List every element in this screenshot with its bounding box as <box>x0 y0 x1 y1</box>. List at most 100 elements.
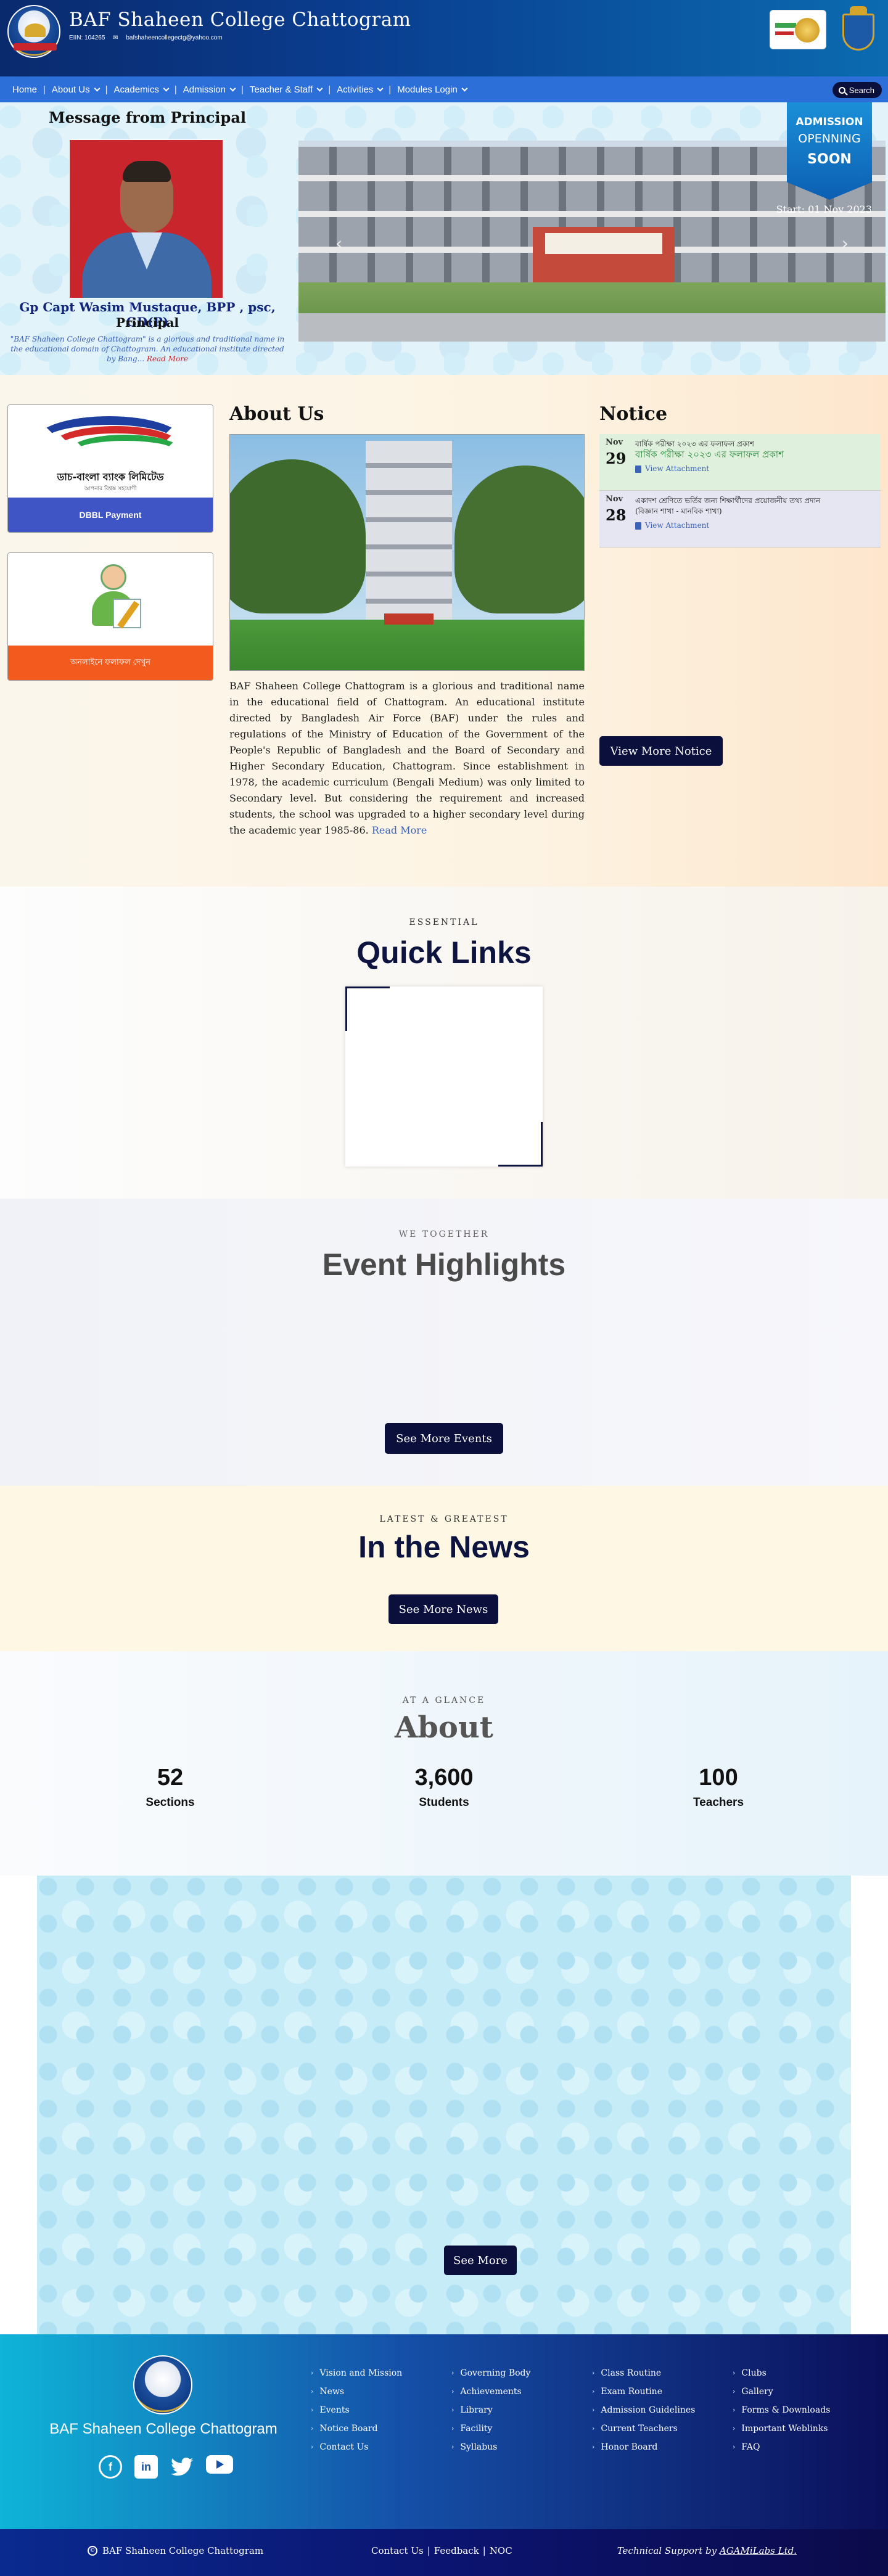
see-more-news-button[interactable]: See More News <box>388 1594 498 1624</box>
notice-subtitle[interactable]: (বিজ্ঞান শাখা - মানবিক শাখা) <box>635 506 876 517</box>
footer-link-label: Library <box>460 2405 493 2415</box>
view-attachment-link[interactable]: View Attachment <box>635 520 876 531</box>
slider-next-icon[interactable]: › <box>842 233 849 253</box>
footer-link[interactable]: › Vision and Mission <box>311 2364 440 2382</box>
dbbl-logo-text: ডাচ-বাংলা ব্যাংক লিমিটেড <box>57 471 164 483</box>
footer-link[interactable]: › Current Teachers <box>592 2419 722 2438</box>
notice-body: বার্ষিক পরীক্ষা ২০২৩ এর ফলাফল প্রকাশ বার… <box>629 434 881 490</box>
footer-link[interactable]: › News <box>311 2382 440 2401</box>
nav-academics[interactable]: Academics <box>108 84 175 95</box>
footer-link-label: Honor Board <box>601 2442 658 2452</box>
see-more-button[interactable]: See More <box>444 2246 517 2275</box>
events-title: Event Highlights <box>322 1247 566 1282</box>
footer-link[interactable]: › Important Weblinks <box>733 2419 862 2438</box>
admission-badge[interactable]: ADMISSION OPENNING SOON <box>787 102 872 200</box>
chevron-right-icon: › <box>592 2443 595 2451</box>
twitter-icon[interactable] <box>170 2455 194 2479</box>
nav-activities[interactable]: Activities <box>331 84 388 95</box>
footer-link[interactable]: › Honor Board <box>592 2438 722 2456</box>
footer-link-label: Achievements <box>460 2387 522 2397</box>
event-highlights-section: WE TOGETHER Event Highlights See More Ev… <box>0 1199 888 1486</box>
footer-link[interactable]: › Facility <box>451 2419 581 2438</box>
notice-month: Nov <box>606 438 623 447</box>
footer-link[interactable]: › Notice Board <box>311 2419 440 2438</box>
stats-eyebrow: AT A GLANCE <box>402 1696 486 1705</box>
online-result-card[interactable]: অনলাইনে ফলাফল দেখুন <box>7 552 213 681</box>
tech-support: Technical Support by AGAMiLabs Ltd. <box>617 2545 797 2556</box>
stat-value: 100 <box>699 1765 738 1790</box>
about-notice-section: ডাচ-বাংলা ব্যাংক লিমিটেড আপনার বিশ্বস্ত … <box>0 375 888 887</box>
notice-subtitle[interactable]: বার্ষিক পরীক্ষা ২০২৩ এর ফলাফল প্রকাশ <box>635 449 876 460</box>
gallery-section: See More <box>0 1876 888 2334</box>
about-read-more-link[interactable]: Read More <box>372 824 427 836</box>
bottom-link-feedback[interactable]: Feedback <box>434 2545 479 2556</box>
principal-role: Principal <box>115 315 179 330</box>
college-logo[interactable] <box>7 5 60 58</box>
quick-links-eyebrow: ESSENTIAL <box>409 917 479 927</box>
dbbl-payment-card[interactable]: ডাচ-বাংলা ব্যাংক লিমিটেড আপনার বিশ্বস্ত … <box>7 404 213 533</box>
footer-link[interactable]: › Governing Body <box>451 2364 581 2382</box>
nav-home[interactable]: Home <box>6 84 43 95</box>
person-writing-icon <box>88 564 144 632</box>
linkedin-icon[interactable]: in <box>134 2455 158 2479</box>
view-attachment-link[interactable]: View Attachment <box>635 464 876 474</box>
footer-link-label: News <box>319 2387 345 2397</box>
badge-line-2: OPENNING <box>798 132 861 146</box>
slider-prev-icon[interactable]: ‹ <box>335 233 342 253</box>
principal-read-more-link[interactable]: Read More <box>147 355 188 363</box>
footer-link-label: Events <box>319 2405 350 2415</box>
chevron-right-icon: › <box>451 2443 454 2451</box>
notice-item[interactable]: Nov 29 বার্ষিক পরীক্ষা ২০২৩ এর ফলাফল প্র… <box>599 434 881 491</box>
notice-item[interactable]: Nov 28 একাদশ শ্রেণিতে ভর্তির জন্য শিক্ষা… <box>599 491 881 548</box>
footer-link[interactable]: › Syllabus <box>451 2438 581 2456</box>
footer-link[interactable]: › Events <box>311 2401 440 2419</box>
tech-company-link[interactable]: AGAMiLabs Ltd. <box>720 2545 797 2556</box>
nav-about-us[interactable]: About Us <box>46 84 105 95</box>
footer-link[interactable]: › Contact Us <box>311 2438 440 2456</box>
nav-label: Academics <box>113 84 159 95</box>
footer-link[interactable]: › Clubs <box>733 2364 862 2382</box>
footer-link[interactable]: › Admission Guidelines <box>592 2401 722 2419</box>
footer-link[interactable]: › FAQ <box>733 2438 862 2456</box>
footer-logo[interactable] <box>133 2355 192 2414</box>
search-button[interactable]: Search <box>832 82 882 98</box>
badge-line-1: ADMISSION <box>796 116 863 128</box>
footer-link[interactable]: › Class Routine <box>592 2364 722 2382</box>
nav-separator: | <box>388 84 392 95</box>
chevron-right-icon: › <box>733 2443 736 2451</box>
footer-link-label: Class Routine <box>601 2368 662 2378</box>
chevron-down-icon <box>377 85 384 91</box>
footer-link[interactable]: › Gallery <box>733 2382 862 2401</box>
footer-links-col-4: › Clubs › Gallery › Forms & Downloads › Impo… <box>733 2364 862 2456</box>
mail-icon: ✉ <box>113 35 118 41</box>
principal-quote: "BAF Shaheen College Chattogram" is a gl… <box>10 334 285 364</box>
bottom-link-contact[interactable]: Contact Us <box>371 2545 424 2556</box>
nav-teacher-staff[interactable]: Teacher & Staff <box>244 84 328 95</box>
footer-link-label: Exam Routine <box>601 2387 662 2397</box>
footer-link-label: Gallery <box>741 2387 773 2397</box>
site-title[interactable]: BAF Shaheen College Chattogram <box>69 9 411 31</box>
bottom-link-noc[interactable]: NOC <box>490 2545 512 2556</box>
nav-admission[interactable]: Admission <box>177 84 241 95</box>
see-more-events-button[interactable]: See More Events <box>385 1423 503 1454</box>
footer-link[interactable]: › Library <box>451 2401 581 2419</box>
notice-title[interactable]: বার্ষিক পরীক্ষা ২০২৩ এর ফলাফল প্রকাশ <box>635 439 876 449</box>
nav-label: Home <box>12 84 38 95</box>
youtube-icon[interactable] <box>206 2455 233 2474</box>
facebook-icon[interactable]: f <box>99 2455 122 2479</box>
nav-modules-login[interactable]: Modules Login <box>391 84 473 95</box>
stat-label: Students <box>419 1796 469 1809</box>
notice-month: Nov <box>606 494 623 504</box>
air-force-crest <box>836 5 881 58</box>
chevron-right-icon: › <box>311 2443 314 2451</box>
footer-link[interactable]: › Exam Routine <box>592 2382 722 2401</box>
footer-link[interactable]: › Achievements <box>451 2382 581 2401</box>
chevron-right-icon: › <box>311 2406 314 2414</box>
footer-links-col-2: › Governing Body › Achievements › Library ›… <box>451 2364 581 2456</box>
quick-links-box <box>345 987 543 1167</box>
view-more-notice-button[interactable]: View More Notice <box>599 736 723 766</box>
notice-title[interactable]: একাদশ শ্রেণিতে ভর্তির জন্য শিক্ষার্থীদের… <box>635 496 876 506</box>
footer-link-label: Governing Body <box>460 2368 531 2378</box>
footer-link[interactable]: › Forms & Downloads <box>733 2401 862 2419</box>
email-text[interactable]: bafshaheencollegectg@yahoo.com <box>126 35 222 41</box>
